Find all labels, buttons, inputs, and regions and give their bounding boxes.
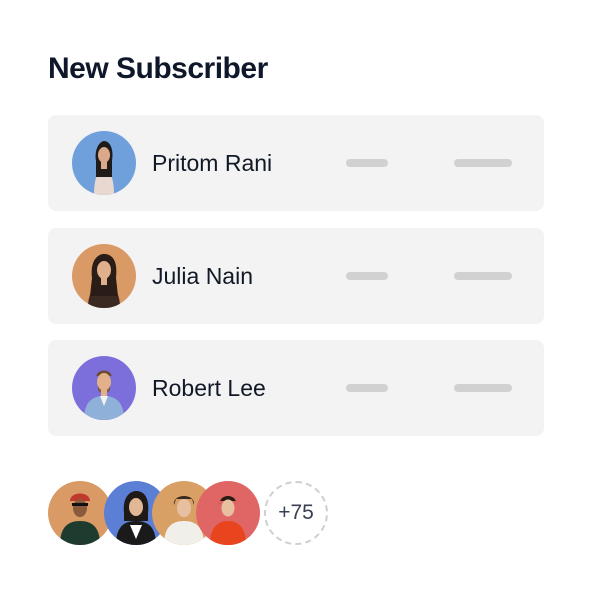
placeholder-bar [346, 159, 388, 167]
placeholder-bar [454, 384, 512, 392]
person-avatar-image [72, 244, 136, 308]
stack-avatar[interactable] [196, 481, 260, 545]
subscriber-row[interactable]: Julia Nain [48, 228, 544, 324]
subscriber-name: Pritom Rani [152, 149, 273, 176]
person-avatar-image [72, 356, 136, 420]
placeholder-bar [454, 159, 512, 167]
person-avatar-image [48, 481, 112, 545]
subscriber-row[interactable]: Pritom Rani [48, 115, 544, 211]
subscriber-name: Robert Lee [152, 374, 266, 401]
avatar [72, 356, 136, 420]
avatar [72, 244, 136, 308]
subscriber-row[interactable]: Robert Lee [48, 340, 544, 436]
stack-avatar[interactable] [48, 481, 112, 545]
person-avatar-image [196, 481, 260, 545]
placeholder-bar [454, 272, 512, 280]
placeholder-bar [346, 272, 388, 280]
placeholder-bar [346, 384, 388, 392]
subscriber-avatar-stack: +75 [48, 481, 348, 545]
new-subscriber-card: New Subscriber Pritom Rani Julia Nain Ro… [0, 0, 592, 592]
more-subscribers-count[interactable]: +75 [264, 481, 328, 545]
card-title: New Subscriber [48, 52, 268, 85]
avatar [72, 131, 136, 195]
person-avatar-image [72, 131, 136, 195]
subscriber-name: Julia Nain [152, 262, 253, 289]
